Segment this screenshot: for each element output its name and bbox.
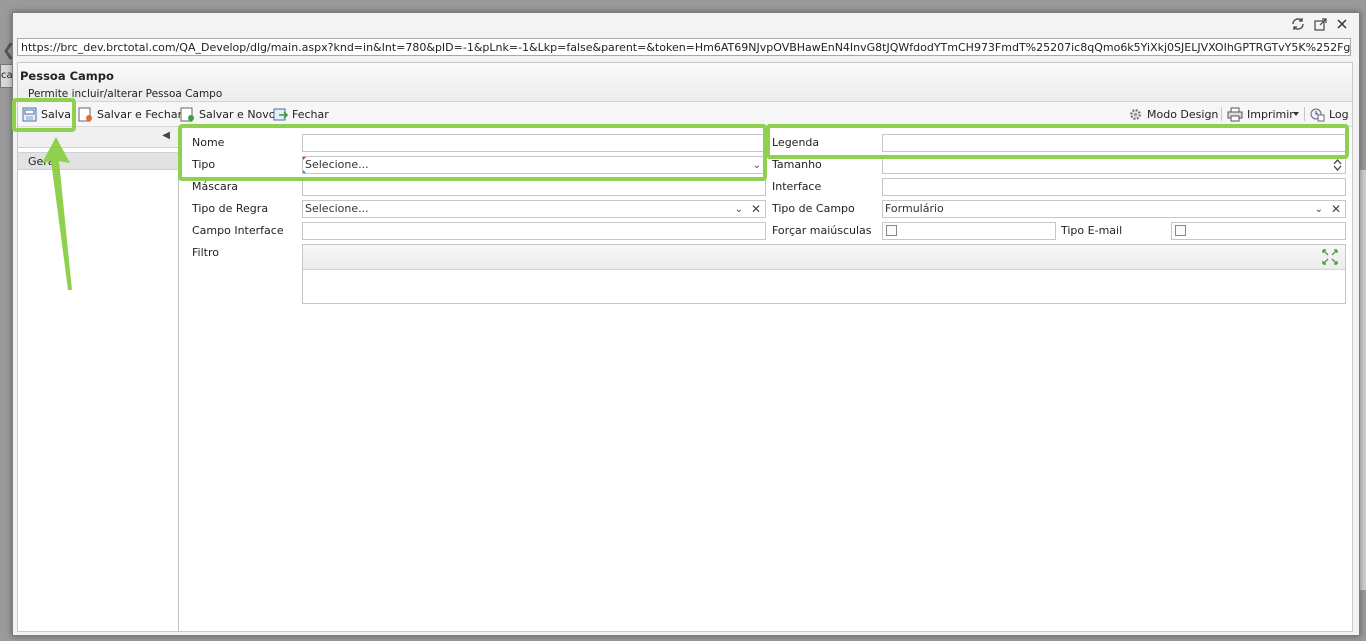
- mascara-input[interactable]: [302, 178, 766, 196]
- sidebar-header: ◀: [18, 127, 178, 148]
- forcar-maiusculas-field: [882, 222, 1056, 240]
- tipo-email-label: Tipo E-mail: [1061, 224, 1123, 237]
- selection-marker: [303, 169, 307, 173]
- nome-input[interactable]: [302, 134, 766, 152]
- tipo-regra-value: Selecione...: [305, 202, 369, 215]
- chevron-down-icon: ⌄: [734, 204, 743, 215]
- print-button[interactable]: Imprimir: [1227, 105, 1294, 123]
- clear-icon[interactable]: ✕: [751, 201, 761, 217]
- chevron-down-icon: ⌄: [752, 160, 761, 171]
- tamanho-label: Tamanho: [772, 158, 822, 171]
- tipo-campo-label: Tipo de Campo: [772, 202, 855, 215]
- tipo-regra-label: Tipo de Regra: [192, 202, 269, 215]
- page-header: Pessoa Campo Permite incluir/alterar Pes…: [18, 63, 1352, 102]
- save-new-button[interactable]: Salvar e Novo: [180, 105, 276, 123]
- save-new-icon: [180, 107, 194, 121]
- save-close-label: Salvar e Fechar: [97, 107, 183, 121]
- tipo-campo-select[interactable]: Formulário ⌄ ✕: [882, 200, 1346, 218]
- required-marker: [303, 157, 307, 161]
- filtro-label: Filtro: [192, 246, 219, 259]
- page-title: Pessoa Campo: [20, 69, 114, 83]
- forcar-maiusculas-label: Forçar maiúsculas: [772, 224, 872, 237]
- tipo-email-field: [1171, 222, 1346, 240]
- close-icon[interactable]: [1335, 17, 1349, 31]
- collapse-arrow-icon[interactable]: ◀: [162, 130, 170, 141]
- chevron-down-icon: [1293, 112, 1299, 116]
- refresh-icon[interactable]: [1291, 17, 1305, 31]
- design-mode-button[interactable]: Modo Design: [1128, 105, 1218, 123]
- save-close-icon: [78, 107, 92, 121]
- save-close-button[interactable]: Salvar e Fechar: [78, 105, 182, 123]
- campo-interface-label: Campo Interface: [192, 224, 284, 237]
- save-button[interactable]: Salvar: [22, 105, 76, 123]
- interface-label: Interface: [772, 180, 822, 193]
- dialog-titlebar: [13, 13, 1359, 37]
- modal-dialog: https://brc_dev.brctotal.com/QA_Develop/…: [12, 12, 1360, 636]
- print-dropdown[interactable]: [1292, 105, 1300, 123]
- gear-icon: [1130, 108, 1141, 120]
- exit-icon: [273, 108, 288, 120]
- save-icon: [22, 107, 37, 121]
- tipo-select[interactable]: Selecione... ⌄: [302, 156, 766, 174]
- close-label: Fechar: [292, 107, 329, 121]
- url-field[interactable]: https://brc_dev.brctotal.com/QA_Develop/…: [17, 38, 1351, 56]
- mascara-label: Máscara: [192, 180, 239, 193]
- log-icon: [1310, 108, 1325, 121]
- campo-interface-input[interactable]: [302, 222, 766, 240]
- tamanho-stepper[interactable]: [882, 156, 1346, 174]
- toolbar-divider: [1304, 107, 1305, 121]
- interface-input[interactable]: [882, 178, 1346, 196]
- popout-icon[interactable]: [1313, 17, 1327, 31]
- tipo-regra-select[interactable]: Selecione... ⌄ ✕: [302, 200, 766, 218]
- print-label: Imprimir: [1247, 107, 1294, 121]
- toolbar: Salvar Salvar e Fechar Salvar e Novo Fec…: [18, 102, 1352, 127]
- legenda-label: Legenda: [772, 136, 820, 149]
- tipo-email-checkbox[interactable]: [1175, 225, 1186, 236]
- nome-label: Nome: [192, 136, 225, 149]
- page-subtitle: Permite incluir/alterar Pessoa Campo: [28, 88, 223, 100]
- expand-icon[interactable]: [1321, 248, 1339, 266]
- log-label: Log: [1329, 107, 1349, 121]
- tipo-label: Tipo: [192, 158, 216, 171]
- sidebar-item-geral[interactable]: Geral: [18, 152, 178, 170]
- tipo-campo-value: Formulário: [885, 202, 944, 215]
- design-mode-label: Modo Design: [1147, 107, 1219, 121]
- form-area: Nome Tipo Selecione... ⌄ Máscara Tipo de…: [180, 127, 1352, 631]
- sidebar: ◀ Geral: [18, 127, 179, 631]
- legenda-input[interactable]: [882, 134, 1346, 152]
- forcar-maiusculas-checkbox[interactable]: [886, 225, 897, 236]
- save-new-label: Salvar e Novo: [199, 107, 276, 121]
- save-label: Salvar: [41, 107, 76, 121]
- filtro-editor[interactable]: [302, 244, 1346, 304]
- close-button[interactable]: Fechar: [273, 105, 329, 123]
- chevron-down-icon: ⌄: [1314, 204, 1323, 215]
- tipo-select-value: Selecione...: [305, 158, 369, 171]
- stepper-arrows-icon[interactable]: [1333, 159, 1342, 171]
- log-button[interactable]: Log: [1310, 105, 1349, 123]
- toolbar-divider: [1221, 107, 1222, 121]
- dialog-content: Pessoa Campo Permite incluir/alterar Pes…: [17, 62, 1353, 632]
- printer-icon: [1227, 107, 1243, 121]
- filtro-toolbar: [303, 245, 1345, 270]
- clear-icon[interactable]: ✕: [1331, 201, 1341, 217]
